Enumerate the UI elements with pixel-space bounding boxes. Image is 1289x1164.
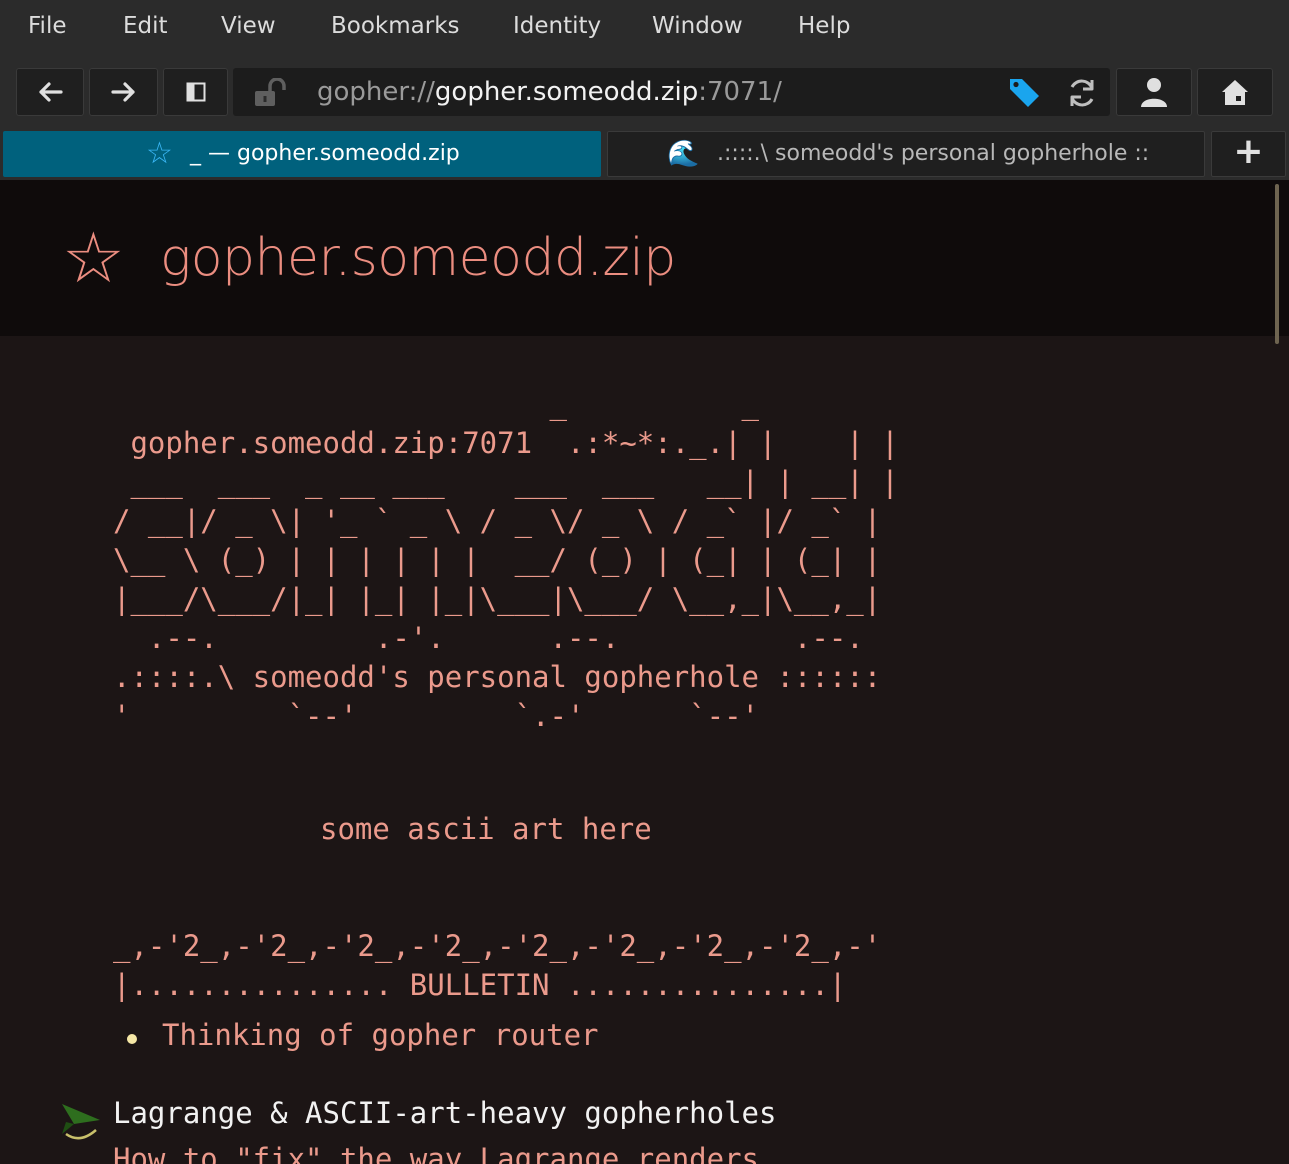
page-header: ☆ gopher.someodd.zip <box>0 180 1289 336</box>
tab-label: .::::.\ someodd's personal gopherhole :: <box>717 141 1150 166</box>
url-host: gopher.someodd.zip <box>434 77 699 107</box>
gopher-link-subtitle[interactable]: How to "fix" the way Lagrange renders <box>113 1142 759 1164</box>
menu-window[interactable]: Window <box>652 12 743 40</box>
bulletin-item: Thinking of gopher router <box>162 1018 599 1052</box>
gopher-link[interactable]: Lagrange & ASCII-art-heavy gopherholes <box>113 1096 776 1130</box>
bullet-dot <box>127 1034 137 1044</box>
menu-bookmarks[interactable]: Bookmarks <box>331 12 460 40</box>
menu-view[interactable]: View <box>221 12 276 40</box>
bookmark-tag-icon[interactable] <box>1006 75 1042 109</box>
tab-gopher-someodd-zip[interactable]: ☆ _ — gopher.someodd.zip <box>3 131 601 177</box>
home-icon <box>1222 80 1248 105</box>
tab-personal-gopherhole[interactable]: 🌊 .::::.\ someodd's personal gopherhole … <box>607 131 1205 177</box>
url-scheme: gopher:// <box>317 77 435 107</box>
menu-edit[interactable]: Edit <box>123 12 168 40</box>
identity-person-icon <box>1141 78 1167 107</box>
url-bar[interactable]: gopher://gopher.someodd.zip:7071/ <box>233 68 1110 116</box>
navigation-toolbar: gopher://gopher.someodd.zip:7071/ <box>0 54 1289 128</box>
menu-file[interactable]: File <box>28 12 67 40</box>
home-button[interactable] <box>1197 68 1273 116</box>
tab-label: _ — gopher.someodd.zip <box>190 141 460 166</box>
back-button[interactable] <box>16 68 84 116</box>
back-arrow-icon <box>39 82 63 102</box>
page-title: gopher.someodd.zip <box>160 228 676 288</box>
unlocked-padlock-icon <box>255 78 286 106</box>
url-port-path: :7071/ <box>698 77 782 107</box>
bulletin-header: _,-'2_,-'2_,-'2_,-'2_,-'2_,-'2_,-'2_,-'2… <box>113 929 882 1002</box>
menu-bar: File Edit View Bookmarks Identity Window… <box>0 0 1289 54</box>
sidebar-toggle-button[interactable] <box>163 68 228 116</box>
menu-help[interactable]: Help <box>798 12 850 40</box>
ascii-banner: _ _ gopher.someodd.zip:7071 .:*~*:._.| |… <box>113 387 899 733</box>
menu-identity[interactable]: Identity <box>513 12 601 40</box>
star-icon: ☆ <box>62 217 125 299</box>
plus-icon: + <box>1233 131 1264 172</box>
tab-bar: ☆ _ — gopher.someodd.zip 🌊 .::::.\ someo… <box>0 128 1289 180</box>
forward-arrow-icon <box>110 82 135 102</box>
identity-button[interactable] <box>1116 68 1192 116</box>
url-text: gopher://gopher.someodd.zip:7071/ <box>317 76 782 108</box>
new-tab-button[interactable]: + <box>1211 131 1286 177</box>
gopher-link-arrow-icon <box>62 1104 100 1140</box>
star-icon: ☆ <box>146 136 173 171</box>
reload-icon[interactable] <box>1065 76 1099 110</box>
scrollbar-thumb[interactable] <box>1275 184 1279 344</box>
forward-button[interactable] <box>89 68 158 116</box>
page-content[interactable]: ☆ gopher.someodd.zip _ _ gopher.someodd.… <box>0 180 1289 1164</box>
sidebar-toggle-icon <box>186 82 205 102</box>
ascii-art-caption: some ascii art here <box>320 812 652 846</box>
wave-icon: 🌊 <box>667 139 700 169</box>
